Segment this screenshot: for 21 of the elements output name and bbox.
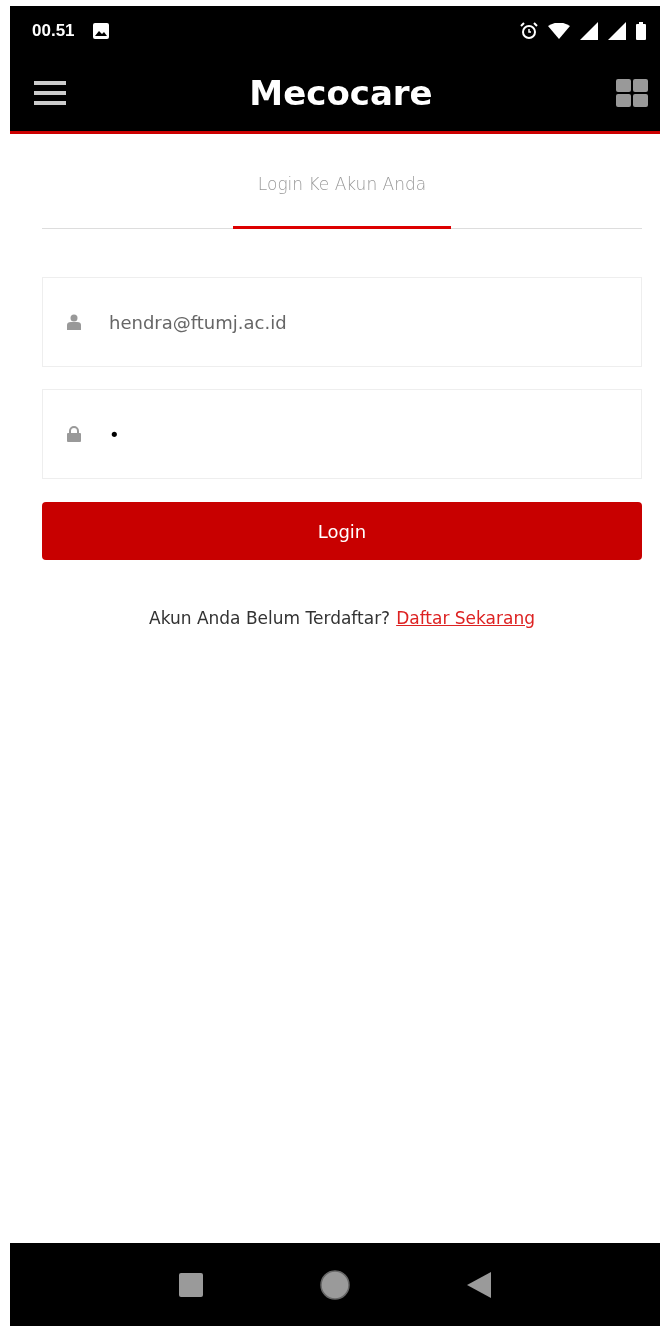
back-icon[interactable]	[467, 1271, 492, 1298]
signal-icon	[608, 21, 626, 40]
app-title: Mecocare	[249, 73, 433, 113]
user-icon	[67, 314, 81, 330]
grid-icon[interactable]	[616, 79, 648, 107]
register-link[interactable]: Daftar Sekarang	[396, 608, 535, 628]
register-prompt: Akun Anda Belum Terdaftar?	[149, 608, 391, 628]
login-tab[interactable]: Login Ke Akun Anda	[232, 144, 452, 229]
password-field[interactable]: •	[42, 389, 642, 479]
home-icon[interactable]	[320, 1269, 350, 1300]
battery-icon	[636, 21, 646, 40]
lock-icon	[67, 426, 81, 442]
recents-icon[interactable]	[178, 1272, 203, 1297]
status-time: 00.51	[32, 20, 75, 41]
menu-icon[interactable]	[34, 80, 66, 106]
alarm-icon	[520, 21, 538, 40]
login-button[interactable]: Login	[42, 502, 642, 560]
email-field[interactable]: hendra@ftumj.ac.id	[42, 277, 642, 367]
image-icon	[92, 22, 109, 39]
signal-icon	[580, 21, 598, 40]
wifi-icon	[548, 22, 570, 39]
